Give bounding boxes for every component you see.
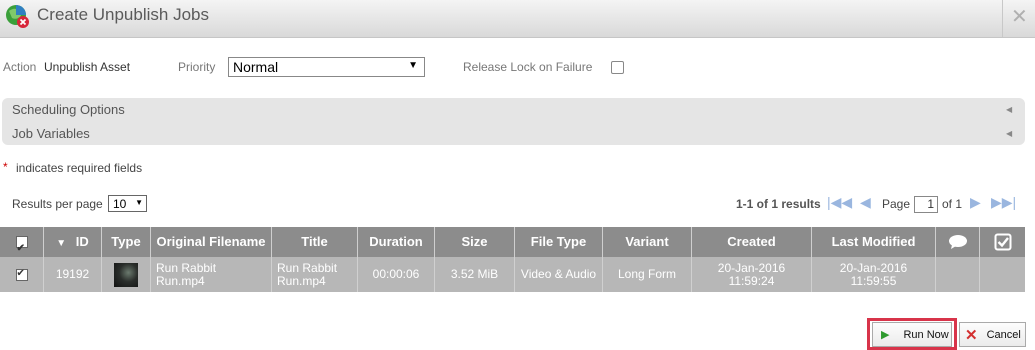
row-checkbox[interactable] xyxy=(0,257,44,292)
next-page-icon[interactable]: ▶ xyxy=(970,194,981,211)
page-label: Page xyxy=(882,197,911,211)
checkbox-icon xyxy=(15,267,28,281)
header-type[interactable]: Type xyxy=(102,227,151,257)
checkmark-box-icon[interactable] xyxy=(980,227,1025,257)
cell-title: Run Rabbit Run.mp4 xyxy=(272,257,358,292)
cell-type xyxy=(102,257,151,292)
cell-last-modified: 20-Jan-2016 11:59:55 xyxy=(812,257,936,292)
sort-desc-icon: ▼ xyxy=(56,238,67,249)
cell-comments xyxy=(936,257,980,292)
release-lock-checkbox[interactable] xyxy=(611,61,624,74)
header-size[interactable]: Size xyxy=(435,227,515,257)
cell-duration: 00:00:06 xyxy=(358,257,435,292)
cell-status xyxy=(980,257,1025,292)
required-star: * xyxy=(3,160,8,174)
priority-selected-value: Normal xyxy=(233,59,279,75)
play-icon: ▶ xyxy=(881,329,890,341)
video-thumbnail[interactable] xyxy=(114,262,138,287)
header-variant[interactable]: Variant xyxy=(603,227,692,257)
cell-variant: Long Form xyxy=(603,257,692,292)
chevron-down-icon: ▼ xyxy=(135,198,143,207)
priority-select[interactable]: Normal ▼ xyxy=(228,57,425,77)
cell-id: 19192 xyxy=(44,257,102,292)
cancel-button[interactable]: ✕ Cancel xyxy=(959,322,1026,347)
page-number-input[interactable]: 1 xyxy=(914,196,938,213)
options-panel: Scheduling Options ◀ Job Variables ◀ xyxy=(2,98,1025,145)
table-header: ▼ ID Type Original Filename Title Durati… xyxy=(0,227,1025,257)
job-variables-toggle[interactable]: Job Variables xyxy=(12,126,90,141)
action-label: Action xyxy=(3,60,37,74)
close-icon[interactable]: ✕ xyxy=(1011,4,1028,29)
select-all-checkbox[interactable] xyxy=(0,227,44,257)
header-last-modified[interactable]: Last Modified xyxy=(812,227,936,257)
collapse-arrow-icon[interactable]: ◀ xyxy=(1006,105,1012,114)
results-per-page-select[interactable]: 10 ▼ xyxy=(108,195,147,212)
required-note: indicates required fields xyxy=(16,161,143,175)
unpublish-globe-icon xyxy=(6,5,29,28)
close-divider xyxy=(1002,0,1003,37)
release-lock-label: Release Lock on Failure xyxy=(463,60,593,74)
window-title: Create Unpublish Jobs xyxy=(37,5,209,24)
page-of-label: of 1 xyxy=(942,197,963,211)
cell-created: 20-Jan-2016 11:59:24 xyxy=(692,257,812,292)
header-title[interactable]: Title xyxy=(272,227,358,257)
cell-file-type: Video & Audio xyxy=(515,257,603,292)
table-row[interactable]: 19192 Run RabbitRun.mp4 Run RabbitRun.mp… xyxy=(0,257,1025,292)
header-id[interactable]: ▼ ID xyxy=(44,227,102,257)
header-duration[interactable]: Duration xyxy=(358,227,435,257)
cell-original-filename: Run Rabbit Run.mp4 xyxy=(151,257,272,292)
first-page-icon[interactable]: |◀◀ xyxy=(827,194,852,211)
title-bar: Create Unpublish Jobs ✕ xyxy=(0,0,1035,38)
priority-label: Priority xyxy=(178,60,216,74)
cell-size: 3.52 MiB xyxy=(435,257,515,292)
close-icon: ✕ xyxy=(965,326,978,344)
header-file-type[interactable]: File Type xyxy=(515,227,603,257)
collapse-arrow-icon[interactable]: ◀ xyxy=(1006,129,1012,138)
results-summary: 1-1 of 1 results xyxy=(736,197,821,211)
prev-page-icon[interactable]: ◀ xyxy=(860,194,871,211)
scheduling-options-toggle[interactable]: Scheduling Options xyxy=(12,102,125,117)
comment-icon[interactable] xyxy=(936,227,980,257)
header-original-filename[interactable]: Original Filename xyxy=(151,227,272,257)
run-now-button[interactable]: ▶ Run Now xyxy=(872,322,952,347)
checkbox-icon xyxy=(15,234,28,257)
header-created[interactable]: Created xyxy=(692,227,812,257)
action-value: Unpublish Asset xyxy=(44,60,131,74)
results-per-page-value: 10 xyxy=(113,197,127,211)
chevron-down-icon: ▼ xyxy=(408,60,418,71)
last-page-icon[interactable]: ▶▶| xyxy=(991,194,1016,211)
results-per-page-label: Results per page xyxy=(12,197,103,211)
